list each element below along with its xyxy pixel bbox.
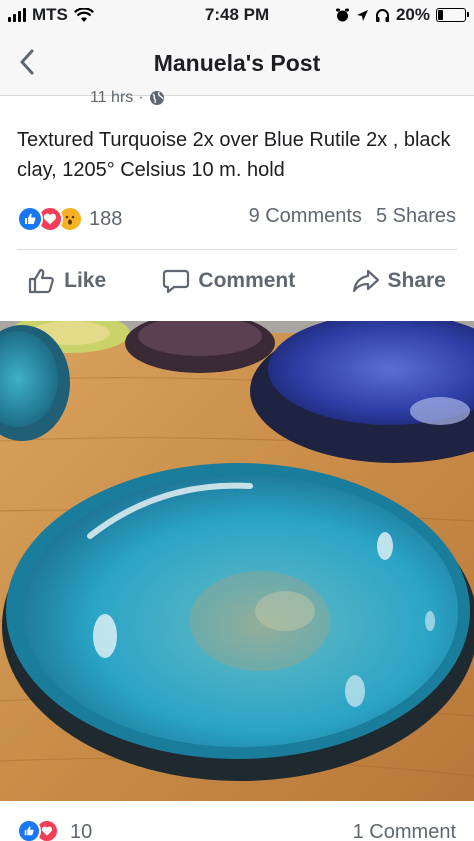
alarm-icon: [335, 8, 349, 21]
next-post-comments-link[interactable]: 1 Comment: [353, 821, 456, 841]
like-label: Like: [64, 269, 107, 292]
like-button[interactable]: Like: [28, 268, 106, 294]
battery-fill: [438, 10, 443, 20]
engagement-counts: 9 Comments 5 Shares: [249, 205, 456, 228]
share-button[interactable]: Share: [352, 268, 446, 294]
location-arrow-icon: [356, 9, 368, 21]
comment-button[interactable]: Comment: [162, 268, 295, 294]
post-actions: Like Comment Share: [0, 256, 474, 306]
reaction-count: 188: [89, 207, 123, 230]
battery-icon: [436, 8, 469, 22]
meta-separator: ·: [138, 90, 144, 106]
status-right: 20%: [335, 5, 469, 25]
globe-icon: [149, 91, 164, 105]
bowl-photo: [0, 321, 474, 801]
battery-label: 20%: [395, 5, 430, 24]
next-post-summary: 10 1 Comment: [0, 801, 474, 841]
comment-label: Comment: [198, 269, 296, 292]
navigation-bar: Manuela's Post: [0, 30, 474, 96]
post-meta: 11 hrs ·: [90, 90, 165, 110]
divider: [17, 249, 457, 250]
like-reaction-icon: [17, 819, 41, 841]
post-text: Textured Turquoise 2x over Blue Rutile 2…: [17, 129, 451, 181]
like-reaction-icon: [17, 206, 43, 232]
comment-bubble-icon: [163, 269, 190, 294]
post-photo[interactable]: [0, 321, 474, 801]
reactions-summary[interactable]: 188: [17, 204, 122, 234]
share-arrow-icon: [352, 269, 379, 293]
share-label: Share: [387, 269, 446, 292]
headphones-icon: [375, 8, 389, 22]
shares-count-link[interactable]: 5 Shares: [376, 205, 456, 228]
next-post-reactions[interactable]: [17, 819, 59, 841]
post-time: 11 hrs: [90, 90, 134, 106]
next-post-reaction-count: 10: [70, 821, 93, 841]
page-title: Manuela's Post: [153, 50, 321, 76]
comments-count-link[interactable]: 9 Comments: [249, 205, 362, 228]
status-bar: MTS 7:48 PM 20%: [0, 0, 474, 30]
thumbs-up-icon: [29, 268, 54, 294]
